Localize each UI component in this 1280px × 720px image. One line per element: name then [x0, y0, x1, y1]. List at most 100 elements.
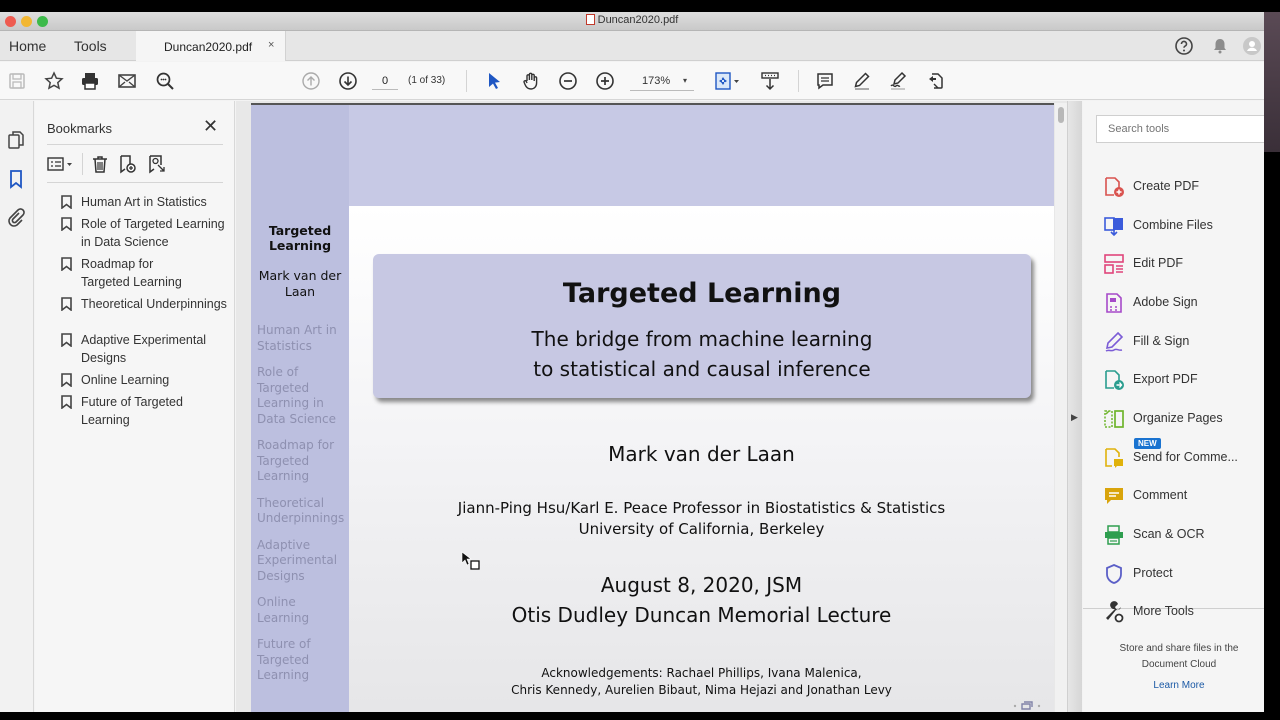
slide-section-link[interactable]: Online Learning	[257, 595, 347, 626]
delete-bookmark-icon[interactable]	[90, 154, 110, 174]
slide-title: Targeted Learning	[562, 278, 842, 309]
zoom-level-value: 173%	[642, 75, 671, 87]
adobe-sign-icon	[1106, 293, 1122, 313]
tool-protect[interactable]: Protect	[1103, 561, 1263, 587]
organize-pages-icon	[1104, 410, 1124, 428]
sign-icon[interactable]	[888, 71, 908, 91]
help-icon[interactable]	[1174, 36, 1194, 56]
slide-section-link[interactable]: Future of Targeted Learning	[257, 637, 347, 684]
select-arrow-icon[interactable]	[484, 71, 504, 91]
slide-section-link[interactable]: Roadmap for Targeted Learning	[257, 438, 347, 485]
tool-more-tools[interactable]: More Tools	[1103, 599, 1263, 625]
promo-line: Store and share files in the	[1119, 643, 1239, 654]
tool-comment[interactable]: Comment	[1103, 483, 1263, 509]
save-icon[interactable]	[7, 71, 27, 91]
bookmark-star-icon[interactable]	[44, 71, 64, 91]
more-tools-icon	[1106, 601, 1124, 623]
bookmark-item[interactable]: Roadmap for Targeted Learning	[61, 255, 231, 291]
bookmark-item[interactable]: Adaptive Experimental Designs	[61, 331, 231, 367]
new-bookmark-icon[interactable]	[118, 154, 138, 174]
user-avatar-icon[interactable]	[1242, 36, 1262, 56]
close-panel-icon[interactable]: ✕	[203, 117, 218, 135]
tool-label: Combine Files	[1133, 218, 1213, 232]
learn-more-link[interactable]: Learn More	[1083, 680, 1264, 691]
scan-ocr-icon	[1105, 525, 1123, 545]
tool-combine-files[interactable]: Combine Files	[1103, 213, 1263, 239]
acknowledgement-line: Chris Kennedy, Aurelien Bibaut, Nima Hej…	[511, 683, 892, 697]
tool-fill-sign[interactable]: Fill & Sign	[1103, 329, 1263, 355]
pdf-file-icon	[585, 14, 595, 25]
tool-adobe-sign[interactable]: Adobe Sign	[1103, 290, 1263, 316]
bookmark-icon	[61, 195, 72, 209]
panel-tool-divider	[82, 153, 83, 175]
bookmarks-panel-icon[interactable]	[6, 169, 26, 189]
bookmark-options-icon[interactable]	[47, 154, 75, 174]
zoom-out-icon[interactable]	[558, 71, 578, 91]
bookmark-item[interactable]: Human Art in Statistics	[61, 193, 231, 211]
share-icon[interactable]	[926, 71, 946, 91]
fit-page-icon[interactable]	[714, 71, 742, 91]
tool-export-pdf[interactable]: Export PDF	[1103, 367, 1263, 393]
edit-pdf-icon	[1104, 254, 1124, 274]
comment-tool-icon	[1105, 488, 1123, 504]
slide-author: Mark van der Laan	[608, 442, 795, 466]
collapse-right-panel-icon[interactable]: ▶	[1071, 412, 1078, 423]
event-date: August 8, 2020, JSM	[600, 573, 803, 597]
create-pdf-icon	[1105, 177, 1124, 197]
close-tab-icon[interactable]: ×	[268, 39, 274, 51]
window-title: Duncan2020.pdf	[0, 14, 1264, 26]
bookmark-icon	[61, 395, 72, 409]
tool-label: Create PDF	[1133, 179, 1199, 193]
slide-section-link[interactable]: Theoretical Underpinnings	[257, 496, 347, 527]
tool-create-pdf[interactable]: Create PDF	[1103, 174, 1263, 200]
tool-edit-pdf[interactable]: Edit PDF	[1103, 251, 1263, 277]
previous-page-icon[interactable]	[301, 71, 321, 91]
notifications-bell-icon[interactable]	[1210, 36, 1230, 56]
document-vertical-scrollbar[interactable]	[1055, 103, 1067, 712]
search-tools-input[interactable]	[1096, 115, 1264, 143]
tab-tools[interactable]: Tools	[74, 38, 107, 54]
search-text-icon[interactable]	[155, 71, 175, 91]
scrollbar-thumb[interactable]	[1058, 107, 1064, 123]
bookmark-item[interactable]: Future of Targeted Learning	[61, 393, 231, 429]
bookmark-item[interactable]: Role of Targeted Learning in Data Scienc…	[61, 215, 231, 251]
page-number-input[interactable]	[372, 72, 398, 90]
slide-section-link[interactable]: Human Art in Statistics	[257, 323, 347, 354]
tool-label: Comment	[1133, 488, 1188, 502]
tool-organize-pages[interactable]: Organize Pages	[1103, 406, 1263, 432]
page-thumbnails-icon[interactable]	[6, 130, 26, 150]
bookmark-item[interactable]: Theoretical Underpinnings	[61, 295, 231, 313]
email-icon[interactable]	[117, 71, 137, 91]
hand-tool-icon[interactable]	[521, 71, 541, 91]
comment-icon[interactable]	[815, 71, 835, 91]
slide-section-link[interactable]: Role of Targeted Learning in Data Scienc…	[257, 365, 347, 427]
slide-sidebar-title: Targeted Learning	[268, 223, 332, 253]
bookmark-from-selection-icon[interactable]	[147, 154, 167, 174]
highlight-icon[interactable]	[852, 71, 872, 91]
document-view[interactable]: Targeted Learning Mark van der Laan Huma…	[236, 101, 1082, 712]
bookmark-label: Adaptive Experimental Designs	[81, 333, 207, 365]
slide-subtitle: The bridge from machine learning to stat…	[373, 324, 1031, 384]
tab-home[interactable]: Home	[9, 38, 46, 54]
slide-acknowledgements: Acknowledgements: Rachael Phillips, Ivan…	[349, 665, 1054, 699]
page-navigation-mini-icon[interactable]	[1012, 700, 1042, 712]
right-panel-divider	[1067, 101, 1082, 712]
tool-send-for-comments[interactable]: Send for Comme...	[1103, 445, 1263, 471]
scroll-mode-icon[interactable]	[760, 71, 780, 91]
zoom-in-icon[interactable]	[595, 71, 615, 91]
bookmark-item[interactable]: Online Learning	[61, 371, 231, 389]
document-cloud-promo: Store and share files in the Document Cl…	[1083, 641, 1264, 673]
tool-scan-ocr[interactable]: Scan & OCR	[1103, 522, 1263, 548]
print-icon[interactable]	[80, 71, 100, 91]
tab-document[interactable]: Duncan2020.pdf ×	[136, 31, 286, 61]
next-page-icon[interactable]	[338, 71, 358, 91]
tool-label: Edit PDF	[1133, 256, 1184, 270]
tab-bar: Home Tools Duncan2020.pdf ×	[0, 31, 1264, 61]
bookmarks-panel: Bookmarks ✕ Human Art in Statistics Role…	[35, 101, 235, 712]
zoom-level-dropdown[interactable]: 173% ▾	[630, 72, 694, 91]
event-name: Otis Dudley Duncan Memorial Lecture	[511, 603, 892, 627]
mouse-cursor-icon	[461, 551, 480, 570]
attachments-paperclip-icon[interactable]	[6, 207, 26, 227]
screen: Duncan2020.pdf Home Tools Duncan2020.pdf…	[0, 0, 1280, 720]
slide-section-link[interactable]: Adaptive Experimental Designs	[257, 538, 347, 585]
